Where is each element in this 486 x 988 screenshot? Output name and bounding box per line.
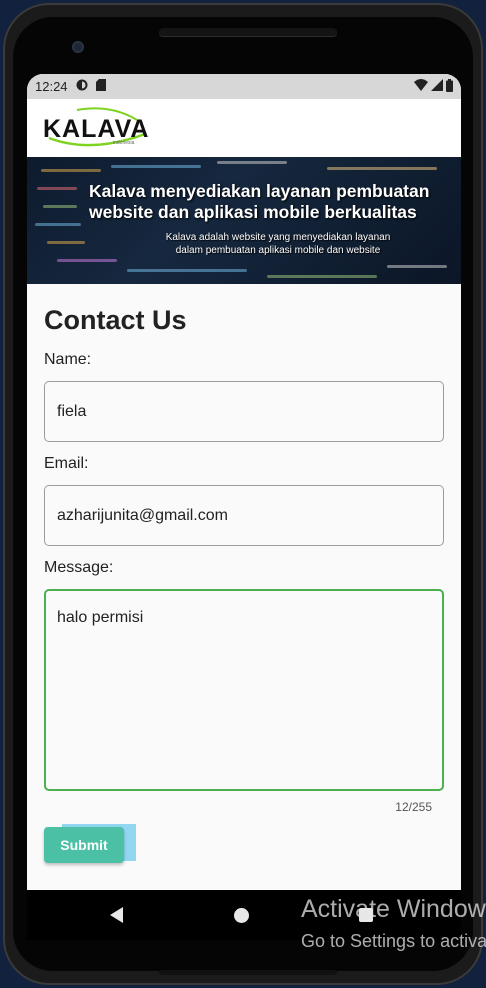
message-label: Message:	[44, 559, 114, 576]
watermark-title: Activate Windows	[301, 895, 486, 923]
code-decoration	[41, 169, 101, 172]
code-decoration	[47, 241, 85, 244]
status-time: 12:24	[35, 79, 68, 94]
battery-icon	[446, 78, 453, 95]
banner-title: Kalava menyediakan layanan pembuatan web…	[89, 181, 430, 222]
email-input[interactable]: azharijunita@gmail.com	[44, 485, 444, 546]
sync-icon	[76, 79, 88, 94]
submit-area: Submit	[44, 824, 444, 864]
code-decoration	[127, 269, 247, 272]
logo-subtext: indonesia	[113, 140, 135, 146]
code-decoration	[387, 265, 447, 268]
message-textarea-value: halo permisi	[57, 609, 144, 626]
name-label: Name:	[44, 351, 92, 368]
code-decoration	[267, 275, 377, 278]
email-input-value: azharijunita@gmail.com	[57, 506, 228, 524]
email-label: Email:	[44, 455, 89, 472]
status-bar: 12:24	[27, 74, 461, 99]
code-decoration	[57, 259, 117, 262]
windows-activation-watermark: Activate Windows Go to Settings to activ…	[301, 893, 486, 953]
hero-banner: Kalava menyediakan layanan pembuatan web…	[27, 157, 461, 284]
banner-subtitle: Kalava adalah website yang menyediakan l…	[165, 232, 391, 256]
code-decoration	[37, 187, 77, 190]
name-input[interactable]: fiela	[44, 381, 444, 442]
page-title: Contact Us	[44, 305, 187, 335]
kalava-logo[interactable]: KALAVA indonesia	[41, 106, 151, 150]
back-icon[interactable]	[110, 907, 123, 923]
app-header: KALAVA indonesia	[27, 99, 461, 157]
wifi-icon	[414, 79, 428, 94]
sd-card-icon	[95, 79, 106, 94]
character-counter: 12/255	[395, 800, 432, 814]
front-camera	[72, 41, 84, 53]
message-textarea[interactable]: halo permisi	[44, 589, 444, 791]
submit-button[interactable]: Submit	[44, 827, 124, 863]
code-decoration	[111, 165, 201, 168]
code-decoration	[35, 223, 81, 226]
code-decoration	[217, 161, 287, 164]
code-decoration	[327, 167, 437, 170]
signal-icon	[431, 79, 443, 94]
app-screen: 12:24 KALAVA indonesia Kalava menyediaka…	[27, 74, 461, 890]
bottom-speaker	[159, 970, 337, 975]
code-decoration	[43, 205, 77, 208]
name-input-value: fiela	[57, 402, 87, 420]
home-icon[interactable]	[234, 908, 249, 923]
contact-form-section: Contact Us Name: fiela Email: azharijuni…	[27, 302, 461, 864]
earpiece-speaker	[159, 28, 337, 36]
watermark-subtitle: Go to Settings to activate Windows.	[301, 931, 486, 951]
